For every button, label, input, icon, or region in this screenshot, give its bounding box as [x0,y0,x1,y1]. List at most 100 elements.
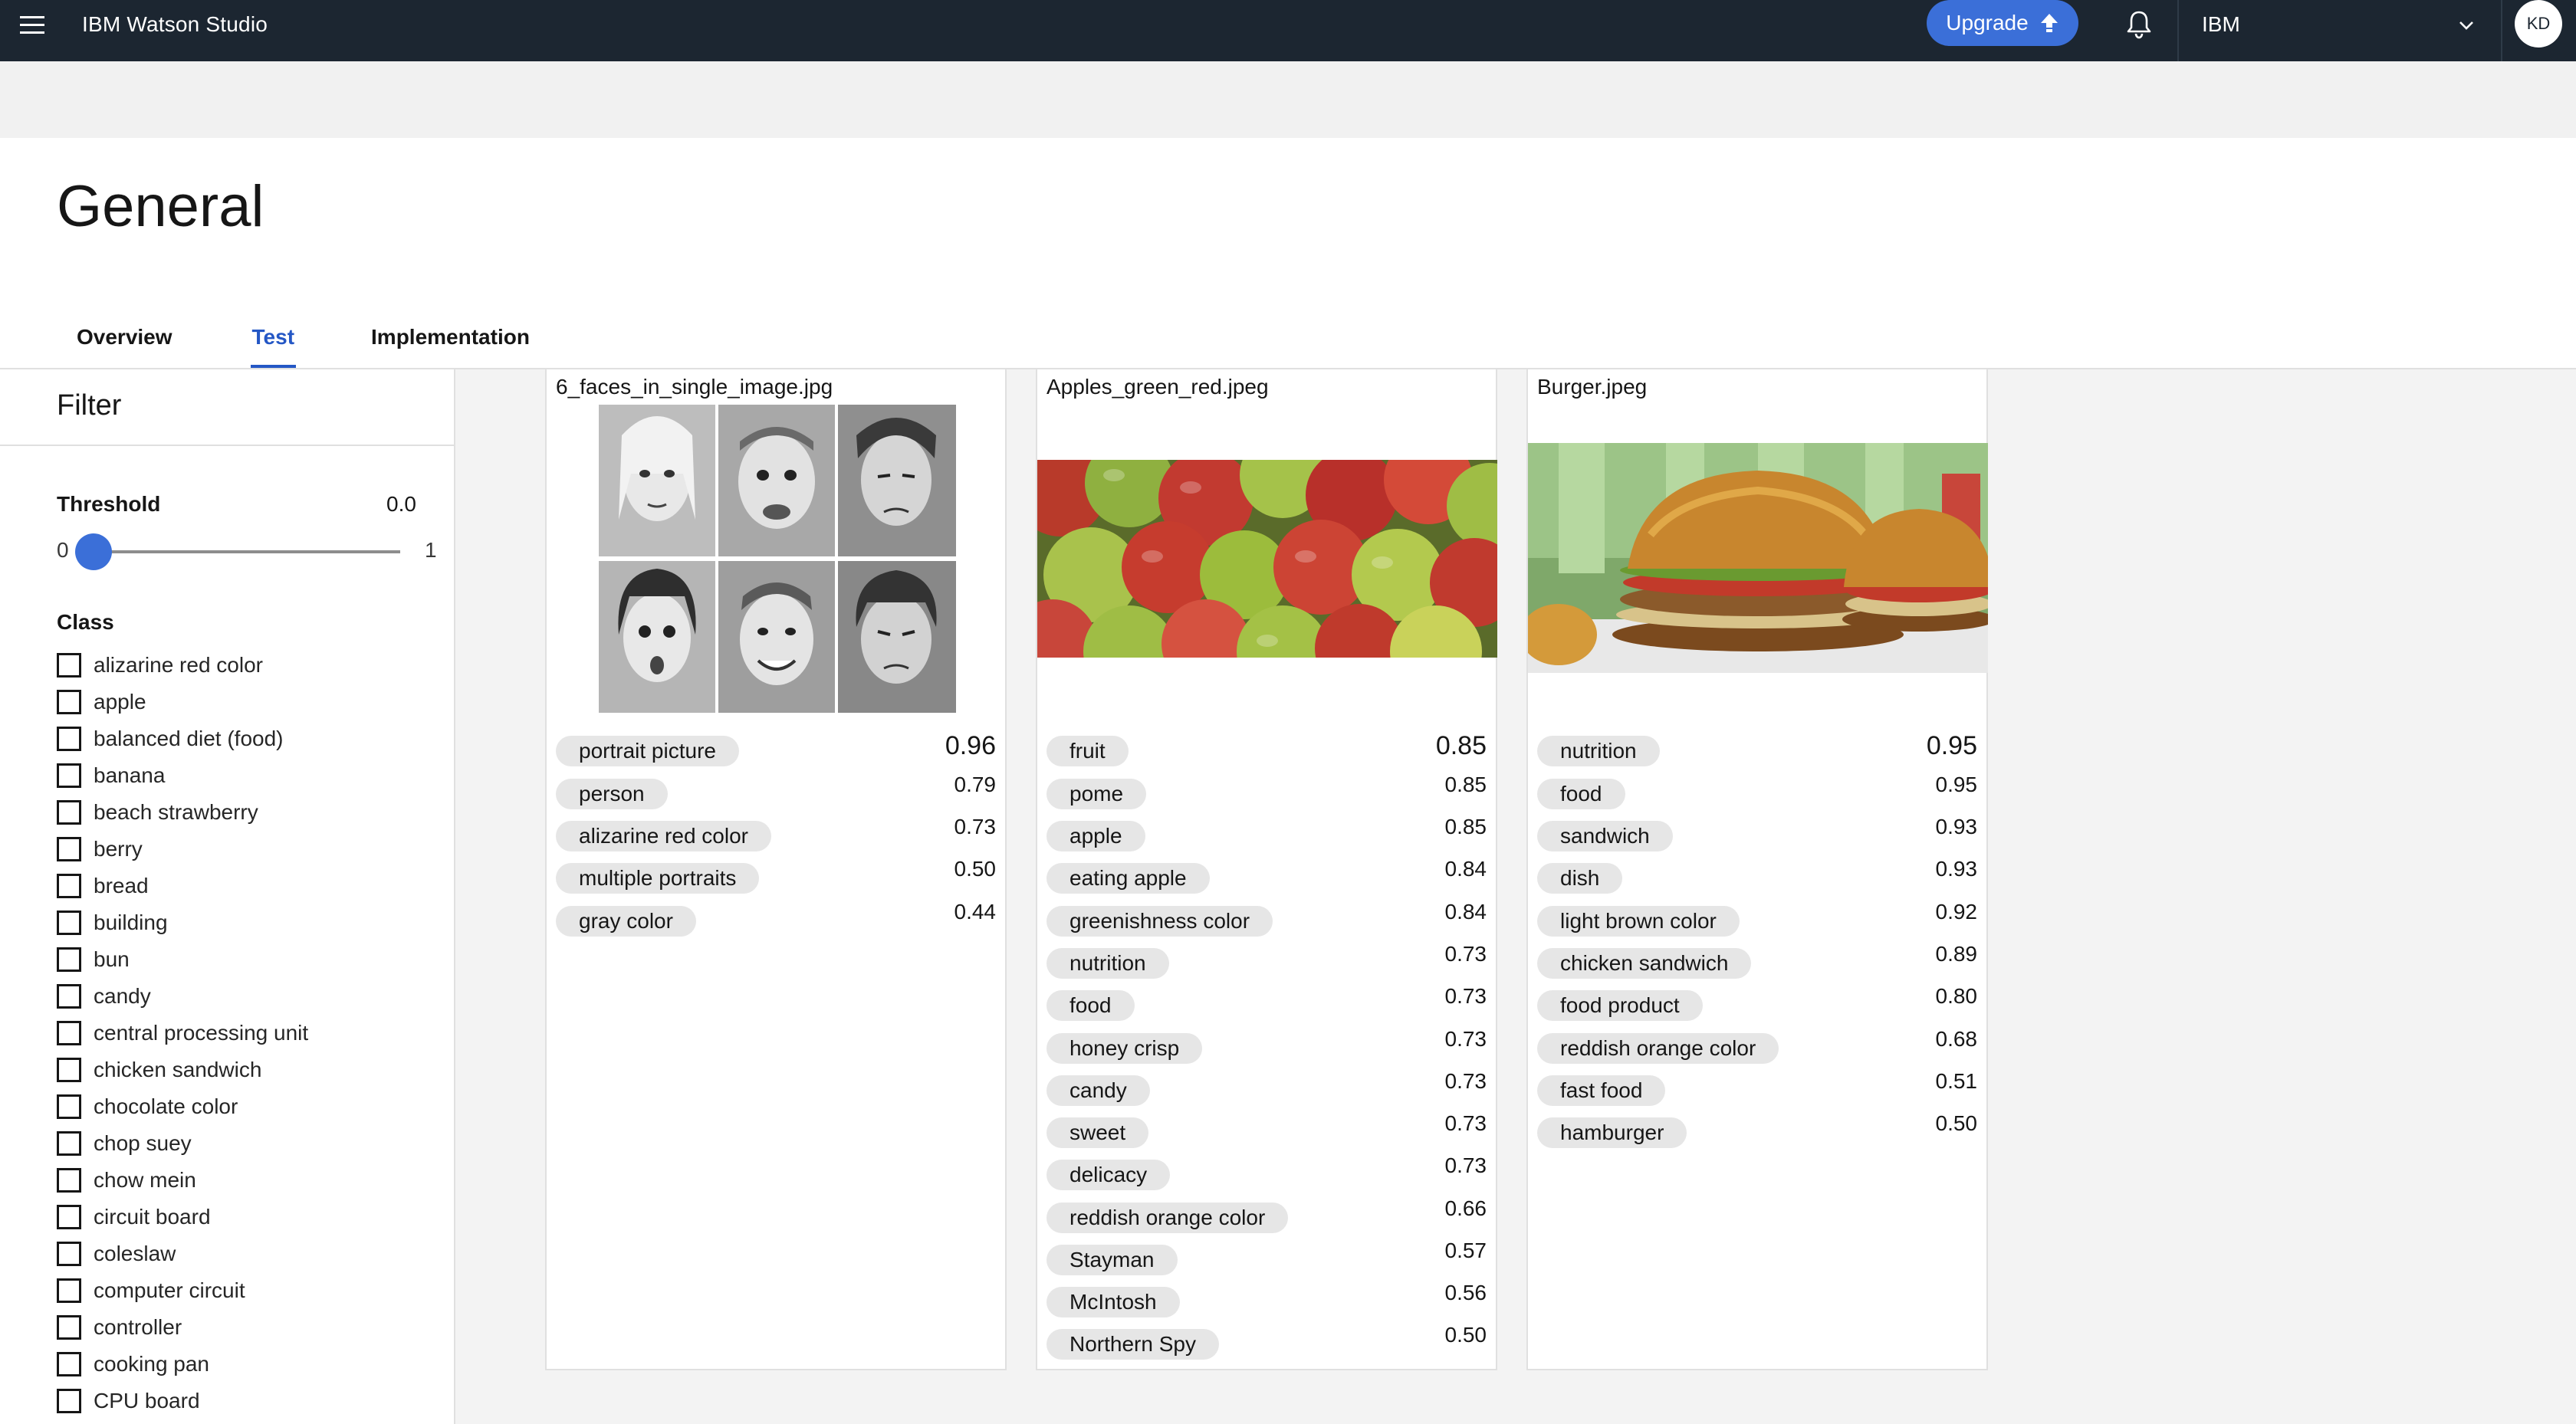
confidence-score: 0.73 [1444,1153,1487,1177]
result-card: Apples_green_red.jpeg fruit 0.85 pome 0.… [1036,369,1497,1370]
checkbox[interactable] [57,727,81,751]
class-checkbox-item[interactable]: beach strawberry [57,794,308,831]
class-tag[interactable]: alizarine red color [556,821,771,851]
class-tag[interactable]: greenishness color [1046,906,1273,937]
class-tag[interactable]: McIntosh [1046,1287,1180,1317]
checkbox[interactable] [57,1389,81,1413]
class-checkbox-item[interactable]: circuit board [57,1199,308,1235]
divider [2501,0,2502,61]
notification-bell-icon[interactable] [2122,8,2156,41]
checkbox[interactable] [57,1205,81,1229]
tab-overview[interactable]: Overview [77,316,172,368]
product-name[interactable]: IBM Watson Studio [82,11,268,38]
checkbox[interactable] [57,1168,81,1193]
checkbox[interactable] [57,690,81,714]
class-tag[interactable]: sweet [1046,1117,1149,1148]
class-checkbox-item[interactable]: alizarine red color [57,647,308,684]
class-tag[interactable]: nutrition [1537,736,1660,766]
class-tag[interactable]: dish [1537,863,1623,894]
class-tag[interactable]: reddish orange color [1537,1033,1779,1064]
class-tag[interactable]: gray color [556,906,696,937]
checkbox[interactable] [57,911,81,935]
class-tag[interactable]: apple [1046,821,1145,851]
class-tag[interactable]: food product [1537,990,1703,1021]
threshold-slider-track[interactable] [92,550,400,553]
result-row: fast food 0.51 [1537,1069,1977,1106]
checkbox[interactable] [57,800,81,825]
class-checkbox-item[interactable]: berry [57,831,308,868]
class-tag[interactable]: reddish orange color [1046,1203,1289,1233]
burger-image-thumbnail[interactable] [1528,443,1988,673]
class-checkbox-item[interactable]: central processing unit [57,1015,308,1052]
class-checkbox-item[interactable]: coleslaw [57,1235,308,1272]
class-tag[interactable]: nutrition [1046,948,1169,979]
class-tag[interactable]: hamburger [1537,1117,1687,1148]
class-checkbox-item[interactable]: bun [57,941,308,978]
checkbox[interactable] [57,1131,81,1156]
class-checkbox-item[interactable]: candy [57,978,308,1015]
class-checkbox-item[interactable]: building [57,904,308,941]
class-tag[interactable]: Northern Spy [1046,1329,1219,1360]
faces-image-thumbnail[interactable] [599,405,956,713]
class-checkbox-item[interactable]: balanced diet (food) [57,720,308,757]
checkbox[interactable] [57,984,81,1009]
threshold-value: 0.0 [386,492,416,516]
class-tag[interactable]: candy [1046,1075,1150,1106]
class-tag[interactable]: portrait picture [556,736,739,766]
checkbox[interactable] [57,1315,81,1340]
class-checkbox-item[interactable]: computer circuit [57,1272,308,1309]
tab-implementation[interactable]: Implementation [371,316,530,368]
threshold-label: Threshold [57,492,161,516]
confidence-score: 0.50 [1935,1111,1978,1135]
class-checkbox-item[interactable]: chicken sandwich [57,1052,308,1088]
class-tag[interactable]: Stayman [1046,1245,1178,1275]
class-name: central processing unit [94,1021,309,1045]
class-tag[interactable]: food [1046,990,1135,1021]
class-tag[interactable]: multiple portraits [556,863,760,894]
checkbox[interactable] [57,1021,81,1045]
class-checkbox-item[interactable]: chop suey [57,1125,308,1162]
result-row: food product 0.80 [1537,984,1977,1021]
account-switcher[interactable]: IBM [2179,0,2486,49]
apples-image-thumbnail[interactable] [1037,460,1497,658]
tab-test[interactable]: Test [250,316,296,368]
class-checkbox-item[interactable]: apple [57,684,308,720]
class-tag[interactable]: fruit [1046,736,1129,766]
checkbox[interactable] [57,947,81,972]
checkbox[interactable] [57,763,81,788]
class-checkbox-item[interactable]: chow mein [57,1162,308,1199]
checkbox[interactable] [57,1242,81,1266]
class-checkbox-item[interactable]: CPU board [57,1383,308,1419]
class-tag[interactable]: sandwich [1537,821,1673,851]
result-row: delicacy 0.73 [1046,1153,1487,1190]
class-checkbox-item[interactable]: bread [57,868,308,904]
class-tag[interactable]: light brown color [1537,906,1740,937]
class-tag[interactable]: chicken sandwich [1537,948,1752,979]
confidence-score: 0.57 [1444,1239,1487,1262]
checkbox[interactable] [57,874,81,898]
user-avatar[interactable]: KD [2515,0,2562,48]
class-tag[interactable]: pome [1046,779,1147,809]
class-name: banana [94,763,166,787]
class-checkbox-item[interactable]: controller [57,1309,308,1346]
class-checkbox-item[interactable]: banana [57,757,308,794]
upgrade-button[interactable]: Upgrade [1927,0,2078,46]
class-checkbox-item[interactable]: chocolate color [57,1088,308,1125]
threshold-slider-handle[interactable] [75,533,112,570]
menu-icon[interactable] [20,11,48,38]
checkbox[interactable] [57,1278,81,1303]
checkbox[interactable] [57,1058,81,1082]
class-tag[interactable]: honey crisp [1046,1033,1203,1064]
image-filename: 6_faces_in_single_image.jpg [556,375,833,399]
class-tag[interactable]: delicacy [1046,1160,1171,1190]
checkbox[interactable] [57,1352,81,1376]
class-tag[interactable]: person [556,779,668,809]
class-tag[interactable]: fast food [1537,1075,1666,1106]
checkbox[interactable] [57,653,81,678]
class-tag[interactable]: eating apple [1046,863,1210,894]
checkbox[interactable] [57,837,81,861]
class-checkbox-item[interactable]: cooking pan [57,1346,308,1383]
class-tag[interactable]: food [1537,779,1625,809]
checkbox[interactable] [57,1094,81,1119]
top-nav-bar: IBM Watson Studio Upgrade IBM KD [0,0,2576,61]
